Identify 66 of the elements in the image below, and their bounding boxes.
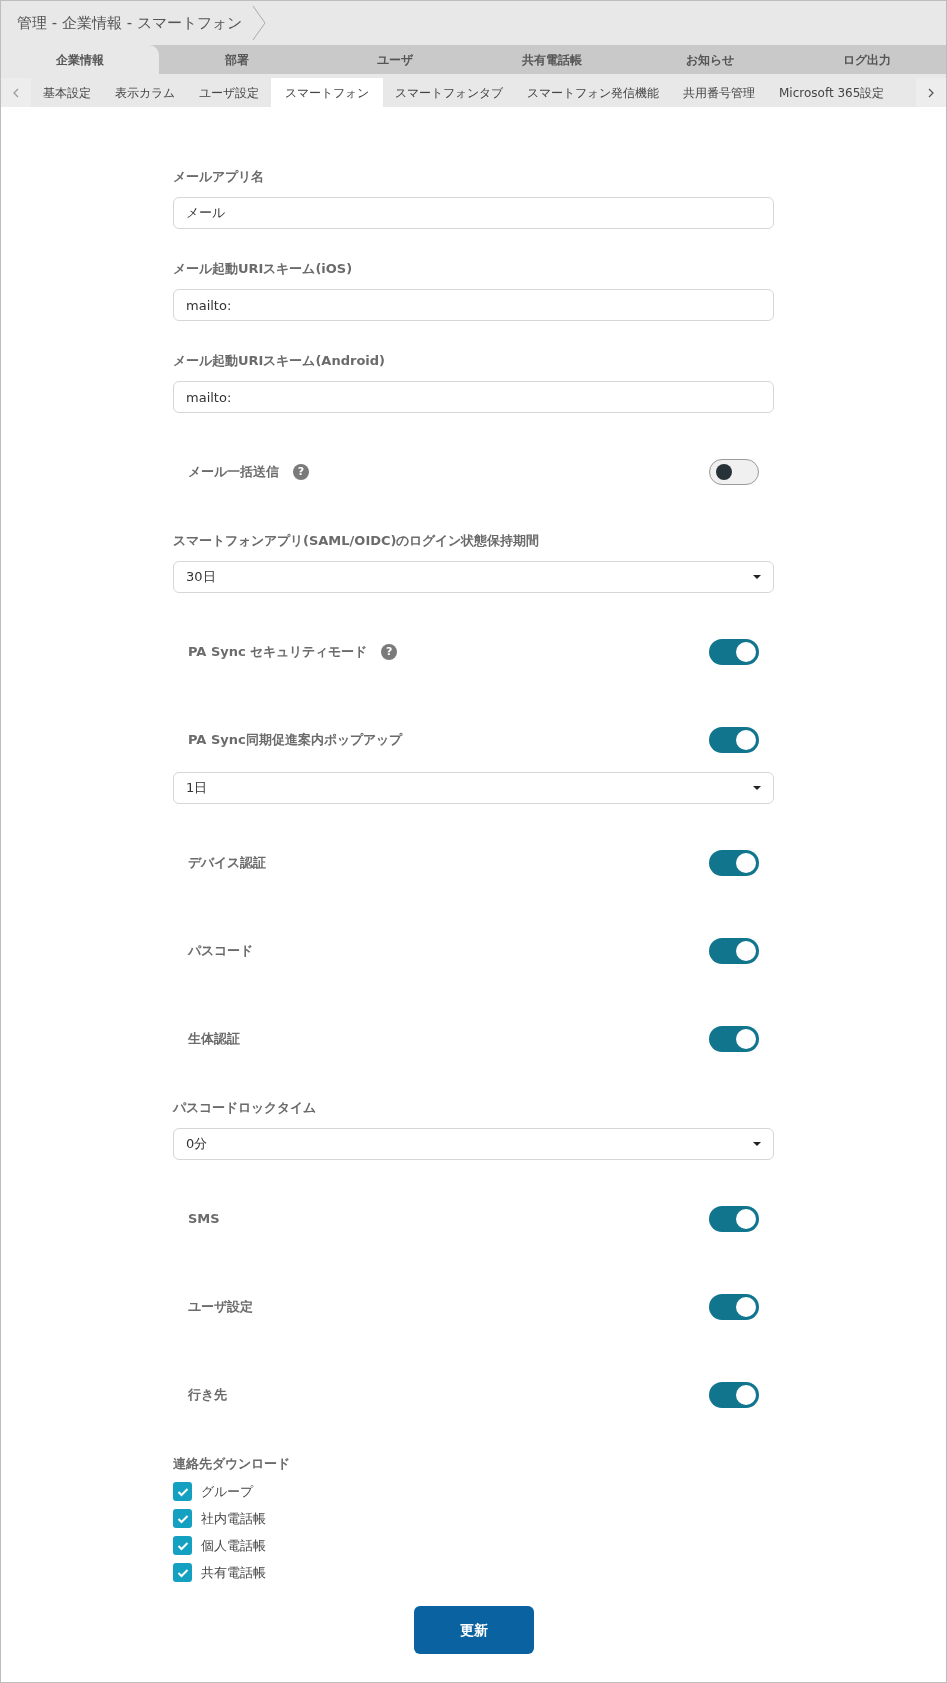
toggle-switch[interactable]	[709, 1382, 759, 1408]
sub-tab[interactable]: 基本設定	[31, 78, 103, 107]
toggle-switch[interactable]	[709, 727, 759, 753]
checkbox[interactable]	[173, 1482, 192, 1501]
setting-label: パスコード	[188, 942, 253, 961]
select-field[interactable]: 1日	[173, 772, 774, 804]
check-icon	[176, 1540, 189, 1551]
sub-tab[interactable]: ユーザ設定	[187, 78, 271, 107]
checkbox-label: 共有電話帳	[201, 1563, 266, 1582]
caret-icon	[753, 786, 761, 790]
field-label: 連絡先ダウンロード	[173, 1455, 291, 1473]
toggle-switch[interactable]	[709, 1206, 759, 1232]
sub-tab[interactable]: スマートフォンタブ	[383, 78, 515, 107]
sub-tab[interactable]: Microsoft 365設定	[767, 78, 897, 107]
main-tab[interactable]: 企業情報	[1, 45, 159, 74]
checkbox-label: グループ	[201, 1482, 253, 1501]
toggle-switch[interactable]	[709, 1294, 759, 1320]
setting-label: PA Sync セキュリティモード	[188, 643, 368, 662]
sub-tab[interactable]: スマートフォン	[271, 78, 383, 107]
text-field[interactable]: メール	[173, 197, 774, 229]
toggle-switch[interactable]	[709, 1026, 759, 1052]
setting-label: SMS	[188, 1210, 220, 1229]
setting-label: ユーザ設定	[188, 1298, 253, 1317]
chevron-icon	[251, 5, 266, 41]
sub-tab[interactable]: スマートフォン発信機能	[515, 78, 671, 107]
sub-tab[interactable]: 共用番号管理	[671, 78, 767, 107]
check-icon	[176, 1513, 189, 1524]
main-tab[interactable]: ユーザ	[316, 45, 474, 74]
caret-icon	[753, 575, 761, 579]
update-button[interactable]: 更新	[413, 1606, 534, 1654]
toggle-switch[interactable]	[709, 850, 759, 876]
main-tab[interactable]: 部署	[158, 45, 316, 74]
checkbox-label: 個人電話帳	[201, 1536, 266, 1555]
setting-label: 生体認証	[188, 1030, 240, 1049]
text-field[interactable]: mailto:	[173, 289, 774, 321]
setting-label: PA Sync同期促進案内ポップアップ	[188, 731, 402, 750]
check-icon	[176, 1567, 189, 1578]
checkbox[interactable]	[173, 1563, 192, 1582]
checkbox[interactable]	[173, 1509, 192, 1528]
chevron-left-icon	[13, 88, 19, 98]
main-tab[interactable]: 共有電話帳	[473, 45, 631, 74]
setting-label: 行き先	[188, 1386, 227, 1405]
text-field[interactable]: mailto:	[173, 381, 774, 413]
caret-icon	[753, 1142, 761, 1146]
help-icon[interactable]: ?	[293, 464, 309, 480]
sub-tab[interactable]: 表示カラム	[103, 78, 187, 107]
breadcrumb-title: 管理 - 企業情報 - スマートフォン	[17, 12, 242, 34]
help-icon[interactable]: ?	[381, 644, 398, 660]
select-field[interactable]: 30日	[173, 561, 774, 593]
main-tab[interactable]: ログ出力	[788, 45, 946, 74]
field-label: メール起動URIスキーム(Android)	[173, 352, 386, 370]
checkbox-label: 社内電話帳	[201, 1509, 266, 1528]
setting-label: メール一括送信	[188, 463, 279, 482]
check-icon	[176, 1486, 189, 1497]
field-label: スマートフォンアプリ(SAML/OIDC)のログイン状態保持期間	[173, 532, 541, 550]
toggle-switch[interactable]	[709, 459, 759, 485]
field-label: メール起動URIスキーム(iOS)	[173, 260, 354, 278]
toggle-switch[interactable]	[709, 639, 759, 665]
checkbox[interactable]	[173, 1536, 192, 1555]
select-field[interactable]: 0分	[173, 1128, 774, 1160]
toggle-switch[interactable]	[709, 938, 759, 964]
field-label: メールアプリ名	[173, 168, 265, 186]
chevron-right-icon	[928, 88, 934, 98]
setting-label: デバイス認証	[188, 854, 266, 873]
main-tab[interactable]: お知らせ	[631, 45, 789, 74]
field-label: パスコードロックタイム	[173, 1099, 317, 1117]
